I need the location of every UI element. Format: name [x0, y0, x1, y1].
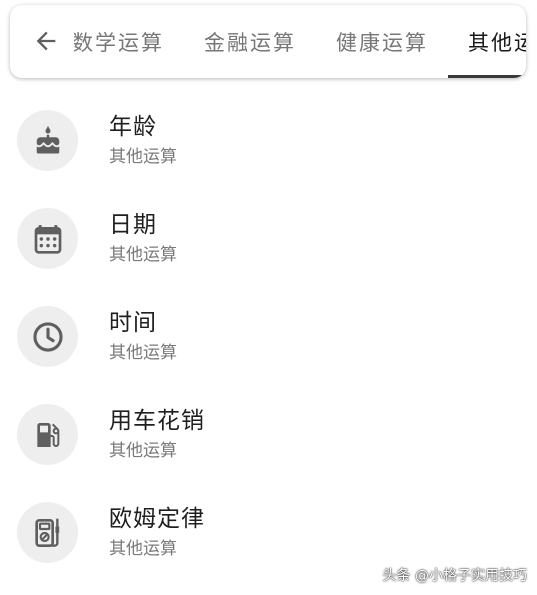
calendar-icon	[34, 224, 61, 254]
item-subtitle: 其他运算	[109, 343, 177, 363]
active-tab-indicator	[448, 75, 526, 78]
calculator-list: 年龄 其他运算 日期 其他运算 时间 其他运算 用车花销 其他运算 欧姆定律 其…	[0, 90, 537, 580]
icon-container	[17, 404, 78, 465]
item-subtitle: 其他运算	[109, 147, 177, 167]
list-item-time[interactable]: 时间 其他运算	[0, 286, 537, 384]
back-button[interactable]	[26, 21, 66, 61]
tab-label: 数学运算	[74, 30, 164, 55]
tabs-scroll-area[interactable]: 数学运算 金融运算 健康运算 其他运算	[74, 5, 526, 78]
cake-icon	[36, 125, 59, 153]
item-subtitle: 其他运算	[109, 539, 177, 559]
icon-container	[17, 110, 78, 171]
tab-label: 健康运算	[336, 30, 428, 55]
list-item-date[interactable]: 日期 其他运算	[0, 188, 537, 286]
fuel-pump-icon	[36, 422, 59, 447]
tabs-track: 数学运算 金融运算 健康运算 其他运算	[74, 5, 526, 78]
category-tab-bar: 数学运算 金融运算 健康运算 其他运算	[10, 5, 526, 78]
multimeter-icon	[34, 517, 59, 547]
icon-container	[17, 306, 78, 367]
item-subtitle: 其他运算	[109, 245, 177, 265]
tab-finance[interactable]: 金融运算	[184, 5, 316, 78]
tab-other[interactable]: 其他运算	[448, 5, 526, 78]
tab-health[interactable]: 健康运算	[316, 5, 448, 78]
clock-icon	[32, 321, 63, 352]
tab-label: 金融运算	[204, 30, 296, 55]
item-subtitle: 其他运算	[109, 441, 177, 461]
calculator-category-page: 数学运算 金融运算 健康运算 其他运算	[0, 0, 537, 595]
icon-container	[17, 208, 78, 269]
list-item-age[interactable]: 年龄 其他运算	[0, 90, 537, 188]
item-title: 欧姆定律	[109, 506, 205, 532]
item-title: 时间	[109, 310, 157, 336]
icon-container	[17, 502, 78, 563]
item-title: 年龄	[109, 114, 157, 140]
arrow-back-icon	[36, 31, 56, 51]
item-title: 日期	[109, 212, 157, 238]
item-title: 用车花销	[109, 408, 205, 434]
list-item-car-cost[interactable]: 用车花销 其他运算	[0, 384, 537, 482]
watermark-text: 头条 @小格子实用技巧	[382, 568, 527, 584]
tab-math[interactable]: 数学运算	[74, 5, 184, 78]
tab-label: 其他运算	[468, 30, 526, 55]
